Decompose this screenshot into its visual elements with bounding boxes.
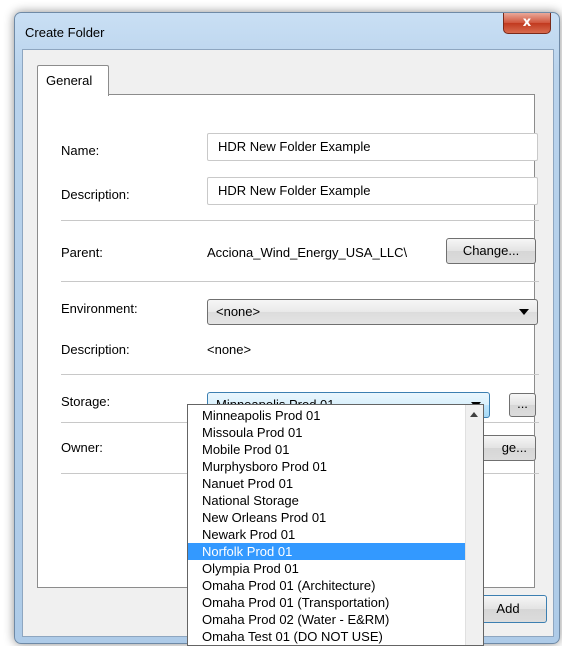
storage-dropdown-list[interactable]: Minneapolis Prod 01 Missoula Prod 01 Mobil… [187, 404, 484, 646]
storage-option[interactable]: Omaha Test 01 (DO NOT USE) [188, 628, 466, 645]
storage-browse-button[interactable]: ... [509, 393, 536, 417]
change-parent-button[interactable]: Change... [446, 238, 536, 264]
env-description-value: <none> [207, 342, 252, 357]
scroll-up-icon[interactable] [470, 412, 478, 417]
environment-value: <none> [216, 304, 261, 319]
storage-option[interactable]: Missoula Prod 01 [188, 424, 466, 441]
name-label: Name: [61, 143, 100, 158]
owner-label: Owner: [61, 440, 103, 455]
chevron-down-icon [519, 309, 529, 315]
title-bar[interactable]: Create Folder x [15, 13, 559, 49]
storage-option[interactable]: Omaha Prod 01 (Architecture) [188, 577, 466, 594]
storage-option[interactable]: Omaha Prod 02 (Water - E&RM) [188, 611, 466, 628]
description-label: Description: [61, 187, 130, 202]
storage-option[interactable]: Mobile Prod 01 [188, 441, 466, 458]
storage-option[interactable]: National Storage [188, 492, 466, 509]
storage-options: Minneapolis Prod 01 Missoula Prod 01 Mobil… [188, 407, 466, 645]
dropdown-scrollbar[interactable] [465, 405, 483, 645]
storage-option[interactable]: New Orleans Prod 01 [188, 509, 466, 526]
environment-select[interactable]: <none> [207, 299, 538, 325]
storage-option[interactable]: Norfolk Prod 01 [188, 543, 466, 560]
parent-label: Parent: [61, 245, 103, 260]
close-icon: x [522, 15, 532, 30]
env-description-label: Description: [61, 342, 130, 357]
close-button[interactable]: x [503, 13, 551, 34]
name-field[interactable]: HDR New Folder Example [207, 133, 538, 161]
storage-option[interactable]: Newark Prod 01 [188, 526, 466, 543]
storage-label: Storage: [61, 394, 111, 409]
separator [61, 281, 539, 282]
storage-option[interactable]: Omaha Prod 01 (Transportation) [188, 594, 466, 611]
storage-option[interactable]: Nanuet Prod 01 [188, 475, 466, 492]
storage-option[interactable]: Minneapolis Prod 01 [188, 407, 466, 424]
window-title: Create Folder [25, 25, 105, 40]
parent-path: Acciona_Wind_Energy_USA_LLC\ [207, 245, 408, 260]
environment-label: Environment: [61, 301, 138, 316]
description-field[interactable]: HDR New Folder Example [207, 177, 538, 205]
tab-general-label: General [46, 73, 93, 88]
separator [61, 374, 539, 375]
storage-option[interactable]: Murphysboro Prod 01 [188, 458, 466, 475]
separator [61, 220, 539, 221]
tab-general[interactable]: General [37, 65, 109, 96]
storage-option[interactable]: Olympia Prod 01 [188, 560, 466, 577]
